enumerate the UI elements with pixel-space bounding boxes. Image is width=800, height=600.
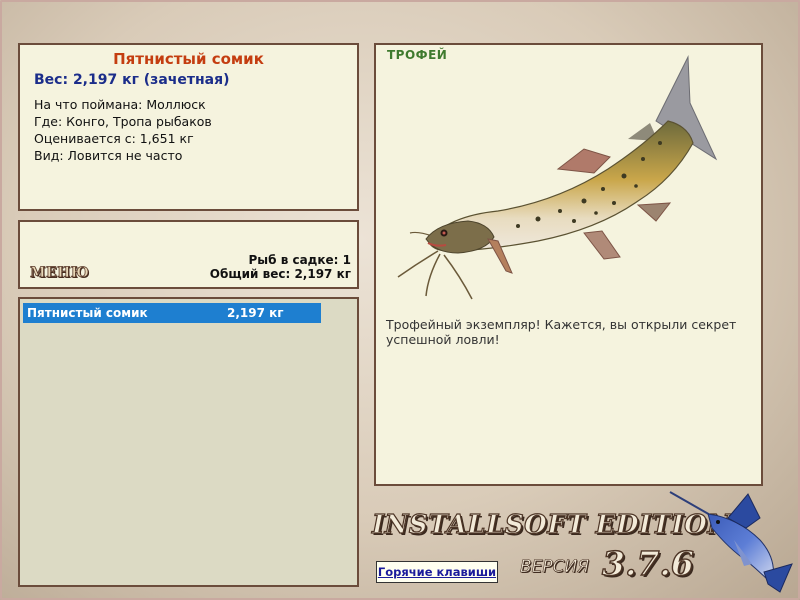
- fish-weight: Вес: 2,197 кг (зачетная): [34, 72, 230, 88]
- list-item-weight: 2,197 кг: [227, 306, 284, 320]
- total-weight: Общий вес: 2,197 кг: [209, 267, 351, 281]
- catch-list-panel: Пятнистый сомик 2,197 кг: [18, 297, 359, 587]
- trophy-panel: ТРОФЕЙ Трофейный экземпляр! Кажется, вы …: [374, 43, 763, 486]
- fish-name-title: Пятнистый сомик: [113, 50, 264, 68]
- list-item-name: Пятнистый сомик: [27, 306, 148, 320]
- fish-info-panel: Пятнистый сомик Вес: 2,197 кг (зачетная)…: [18, 43, 359, 211]
- fish-valued-from: Оценивается с: 1,651 кг: [34, 131, 194, 146]
- fish-location: Где: Конго, Тропа рыбаков: [34, 114, 212, 129]
- menu-button[interactable]: МЕНЮ: [30, 265, 90, 282]
- trophy-description: Трофейный экземпляр! Кажется, вы открыли…: [386, 317, 737, 347]
- list-item[interactable]: Пятнистый сомик 2,197 кг: [23, 303, 321, 323]
- fish-bait: На что поймана: Моллюск: [34, 97, 206, 112]
- fish-details: На что поймана: Моллюск Где: Конго, Троп…: [34, 96, 212, 164]
- menu-panel: МЕНЮ Рыб в садке: 1 Общий вес: 2,197 кг: [18, 220, 359, 289]
- fish-kind: Вид: Ловится не часто: [34, 148, 183, 163]
- keepnet-stats: Рыб в садке: 1 Общий вес: 2,197 кг: [210, 253, 351, 281]
- catfish-icon: [397, 55, 718, 300]
- hotkeys-link[interactable]: Горячие клавиши: [376, 561, 498, 583]
- fish-count: Рыб в садке: 1: [248, 253, 352, 267]
- version-label: ВЕРСИЯ: [520, 557, 590, 578]
- marlin-icon: [669, 491, 793, 593]
